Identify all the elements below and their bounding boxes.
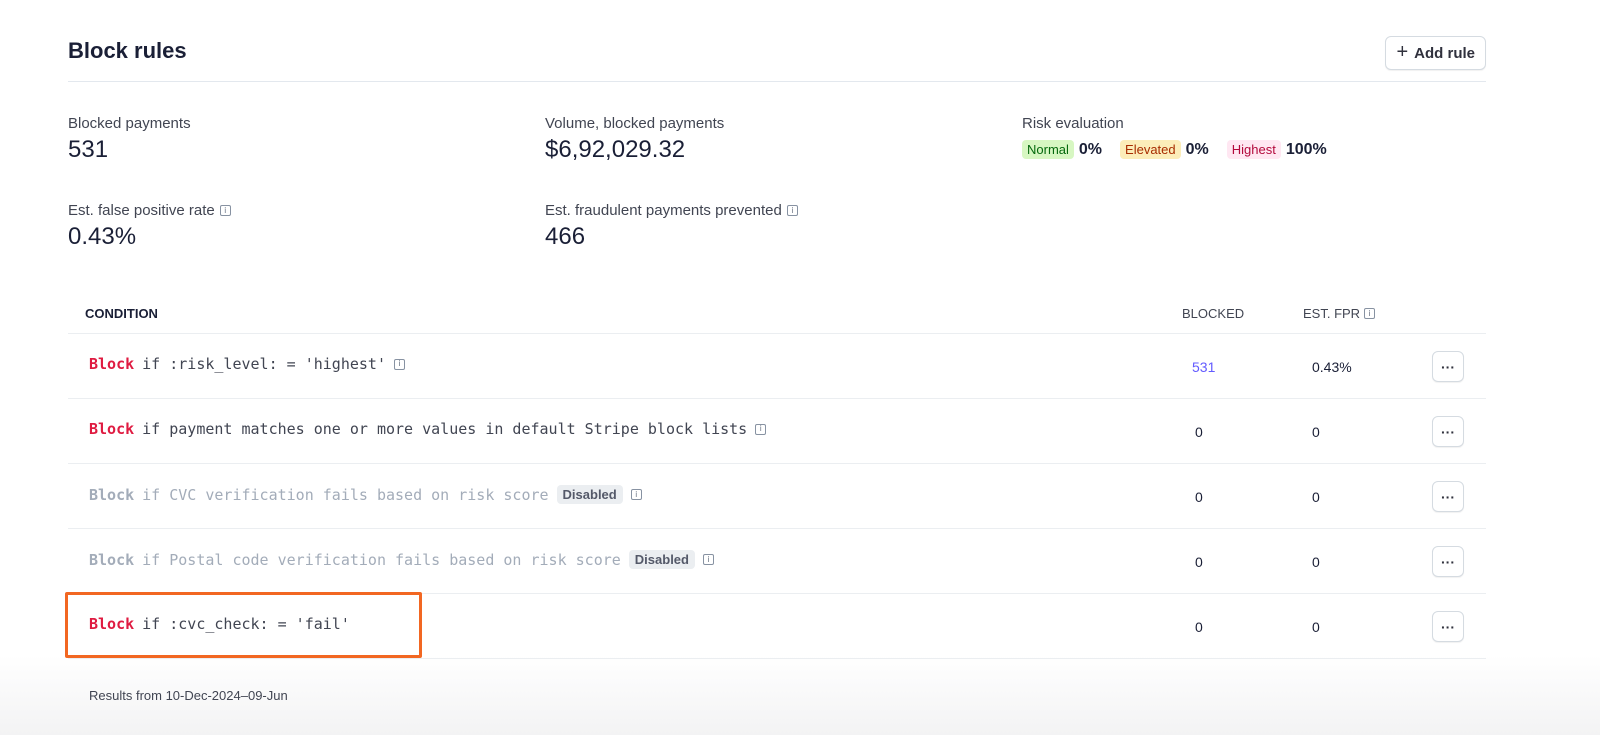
risk-highest-value: 100% [1285,140,1327,158]
plus-icon: + [1396,41,1409,63]
column-header-fpr: EST. FPR [1303,306,1361,321]
metric-risk-evaluation: Risk evaluation Normal 0% Elevated 0% Hi… [1022,115,1345,159]
column-header-blocked: BLOCKED [1182,306,1245,321]
rule-text: if payment matches one or more values in… [142,420,748,438]
disabled-badge: Disabled [556,485,623,504]
rule-blocked-count: 0 [1195,619,1203,635]
metric-label: Risk evaluation [1022,115,1124,132]
metric-label: Est. false positive rate [68,202,215,219]
metric-volume: Volume, blocked payments $6,92,029.32 [545,115,724,164]
info-icon[interactable]: i [1364,308,1376,319]
more-actions-button[interactable]: ··· [1432,416,1464,447]
rule-action: Block [89,550,135,569]
rule-fpr: 0 [1312,554,1320,570]
rule-text: if CVC verification fails based on risk … [142,485,549,504]
page-title: Block rules [68,38,187,63]
more-actions-button[interactable]: ··· [1432,481,1464,512]
rule-blocked-count: 0 [1195,554,1203,570]
info-icon[interactable]: i [702,554,714,565]
column-header-fpr-wrap: EST. FPR i [1303,306,1376,321]
metric-value: $6,92,029.32 [545,136,686,163]
rule-blocked-count[interactable]: 531 [1192,359,1215,375]
disabled-badge: Disabled [628,550,695,569]
metric-value: 531 [68,136,109,163]
rule-fpr: 0 [1312,489,1320,505]
table-row[interactable]: Block if :cvc_check: = 'fail' 0 0 ··· [65,592,1486,659]
rule-fpr: 0 [1312,619,1320,635]
table-row[interactable]: Block if :risk_level: = 'highest' i 531 … [68,334,1486,399]
table-row[interactable]: Block if payment matches one or more val… [68,399,1486,464]
add-rule-label: Add rule [1414,44,1475,62]
rules-table: CONDITION BLOCKED EST. FPR i Block if :r… [65,296,1486,659]
metric-value: 466 [545,223,586,250]
table-row[interactable]: Block if Postal code verification fails … [68,529,1486,594]
metric-blocked-payments: Blocked payments 531 [68,115,191,164]
metric-label: Volume, blocked payments [545,115,725,132]
rule-action: Block [89,420,135,438]
info-icon[interactable]: i [394,358,405,370]
metric-label-row: Est. fraudulent payments prevented i [545,202,798,219]
rule-fpr: 0 [1312,424,1320,440]
more-actions-button[interactable]: ··· [1432,546,1464,577]
metric-false-positive-rate: Est. false positive rate i 0.43% [68,202,231,251]
metric-label: Blocked payments [68,115,191,132]
page-header: Block rules + Add rule [68,0,1486,82]
column-header-condition: CONDITION [85,306,158,321]
more-actions-button[interactable]: ··· [1432,611,1464,642]
rule-blocked-count: 0 [1195,424,1203,440]
rule-condition: Block if CVC verification fails based on… [89,485,642,504]
metric-fraud-prevented: Est. fraudulent payments prevented i 466 [545,202,798,251]
info-icon[interactable]: i [219,205,231,216]
risk-normal-value: 0% [1078,140,1103,158]
risk-elevated-badge: Elevated [1120,140,1181,159]
more-actions-button[interactable]: ··· [1432,351,1464,382]
metric-label-row: Est. false positive rate i [68,202,231,219]
results-range-note: Results from 10-Dec-2024–09-Jun [89,688,288,703]
rule-condition: Block if Postal code verification fails … [89,550,714,569]
table-row[interactable]: Block if CVC verification fails based on… [68,464,1486,529]
rule-condition: Block if :cvc_check: = 'fail' [89,615,350,633]
risk-normal-badge: Normal [1022,140,1074,159]
rule-text: if :cvc_check: = 'fail' [142,615,350,633]
risk-elevated-value: 0% [1185,140,1209,158]
table-header: CONDITION BLOCKED EST. FPR i [68,296,1486,334]
metric-label: Est. fraudulent payments prevented [545,202,782,219]
rule-action: Block [89,485,135,504]
risk-breakdown: Normal 0% Elevated 0% Highest 100% [1022,140,1345,159]
info-icon[interactable]: i [786,205,798,216]
rule-condition: Block if payment matches one or more val… [89,420,767,438]
rule-condition: Block if :risk_level: = 'highest' i [89,355,405,373]
rule-text: if Postal code verification fails based … [142,550,621,569]
rule-fpr: 0.43% [1312,359,1352,375]
info-icon[interactable]: i [630,489,642,500]
metric-value: 0.43% [68,223,137,250]
rule-action: Block [89,615,135,633]
info-icon[interactable]: i [755,423,767,435]
rule-text: if :risk_level: = 'highest' [142,355,386,373]
add-rule-button[interactable]: + Add rule [1385,36,1486,70]
rule-blocked-count: 0 [1195,489,1203,505]
risk-highest-badge: Highest [1226,140,1281,159]
rule-action: Block [89,355,135,373]
